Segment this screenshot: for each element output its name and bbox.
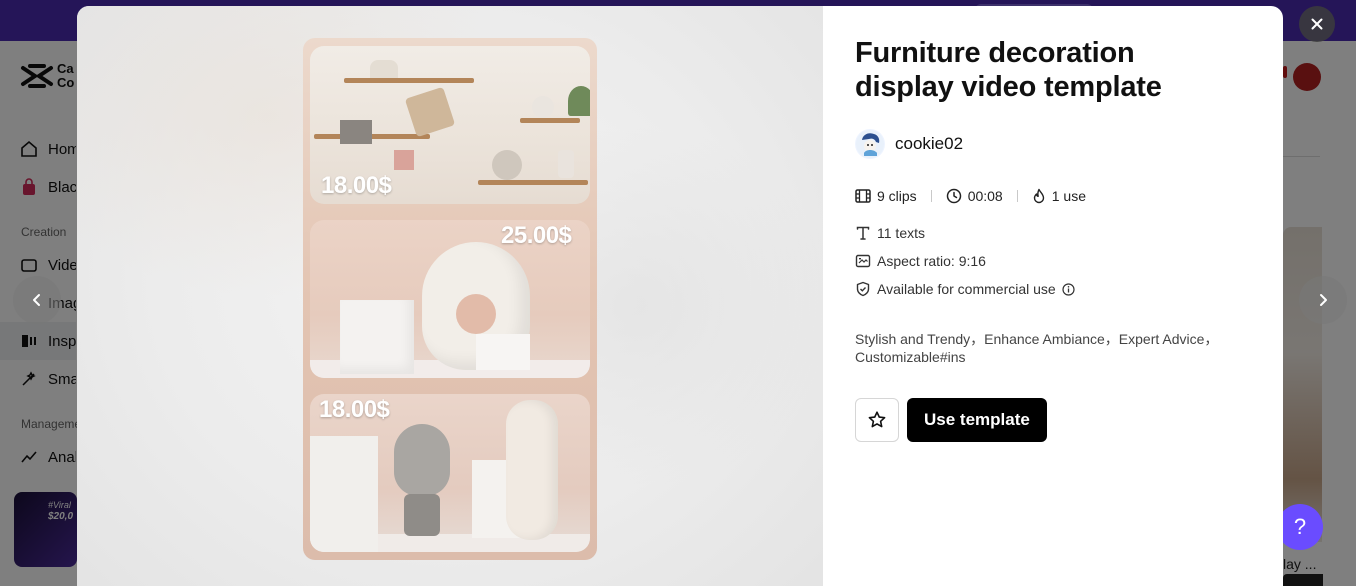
preview-panel: 25.00$ <box>310 220 590 378</box>
shelf <box>344 78 474 83</box>
shelf <box>314 134 430 139</box>
stat-uses: 1 use <box>1032 188 1086 204</box>
template-preview-pane: 18.00$ 25.00$ 18.00$ <box>77 6 823 586</box>
meta-texts-value: 11 texts <box>877 225 925 241</box>
author-avatar-icon <box>856 130 884 158</box>
preview-panel: 18.00$ <box>310 46 590 204</box>
chevron-right-icon <box>1320 294 1327 306</box>
next-template-button[interactable] <box>1299 276 1347 324</box>
price-label: 18.00$ <box>319 396 390 423</box>
stat-clips: 9 clips <box>855 188 917 204</box>
template-video-preview[interactable]: 18.00$ 25.00$ 18.00$ <box>303 38 597 560</box>
favorite-button[interactable] <box>855 398 899 442</box>
template-actions: Use template <box>855 398 1251 442</box>
card-decoration <box>476 334 530 370</box>
flame-icon <box>1033 188 1044 204</box>
price-label: 18.00$ <box>321 172 392 199</box>
shelf <box>520 118 580 123</box>
art-print <box>394 150 414 170</box>
author-name[interactable]: cookie02 <box>895 134 963 154</box>
star-icon <box>868 411 886 428</box>
template-stats: 9 clips 00:08 1 use <box>855 186 1251 206</box>
close-icon <box>1311 18 1323 30</box>
aspect-ratio-icon <box>855 254 871 268</box>
author-row[interactable]: cookie02 <box>855 128 1251 160</box>
divider <box>930 190 932 202</box>
buddha-head-statue <box>394 424 450 496</box>
clock-icon <box>946 188 961 204</box>
divider <box>1016 190 1018 202</box>
plant-decoration <box>568 86 590 116</box>
stat-clips-value: 9 clips <box>877 188 917 204</box>
marble-block <box>340 300 414 374</box>
previous-template-button[interactable] <box>13 276 61 324</box>
chevron-left-icon <box>33 294 40 306</box>
art-print <box>340 120 372 144</box>
info-icon[interactable] <box>1062 282 1075 296</box>
help-button[interactable]: ? <box>1277 504 1323 550</box>
meta-aspect-ratio-value: Aspect ratio: 9:16 <box>877 253 986 269</box>
meta-texts: 11 texts <box>855 224 1251 242</box>
use-template-button[interactable]: Use template <box>907 398 1047 442</box>
vase-decoration <box>558 150 574 178</box>
price-label: 25.00$ <box>501 222 572 249</box>
vase-decoration <box>370 60 398 78</box>
art-print <box>404 86 456 138</box>
stacked-vase <box>506 400 558 540</box>
template-title: Furniture decoration display video templ… <box>855 37 1162 103</box>
question-icon: ? <box>1293 514 1307 539</box>
text-icon <box>856 226 870 240</box>
stat-uses-value: 1 use <box>1051 188 1086 204</box>
preview-panel: 18.00$ <box>310 394 590 552</box>
stat-duration: 00:08 <box>946 188 1003 204</box>
close-modal-button[interactable] <box>1299 6 1335 42</box>
template-detail-modal: 18.00$ 25.00$ 18.00$ Furniture decoratio… <box>77 6 1283 586</box>
plate-decoration <box>492 150 522 180</box>
template-info-pane: Furniture decoration display video templ… <box>823 6 1283 586</box>
meta-commercial-value: Available for commercial use <box>877 281 1056 297</box>
vase-decoration <box>532 96 554 118</box>
donut-vase-hole <box>456 294 496 334</box>
stat-duration-value: 00:08 <box>967 188 1003 204</box>
template-tags: Stylish and Trendy，Enhance Ambiance，Expe… <box>855 331 1219 365</box>
statue-base <box>404 494 440 536</box>
shelf <box>478 180 588 185</box>
film-icon <box>855 189 871 203</box>
meta-aspect-ratio: Aspect ratio: 9:16 <box>855 252 1251 270</box>
shield-check-icon <box>856 281 870 297</box>
author-avatar[interactable] <box>855 129 885 159</box>
meta-commercial: Available for commercial use <box>855 280 1251 298</box>
template-meta: 11 texts Aspect ratio: 9:16 Available fo… <box>855 224 1251 298</box>
marble-block <box>310 436 378 552</box>
